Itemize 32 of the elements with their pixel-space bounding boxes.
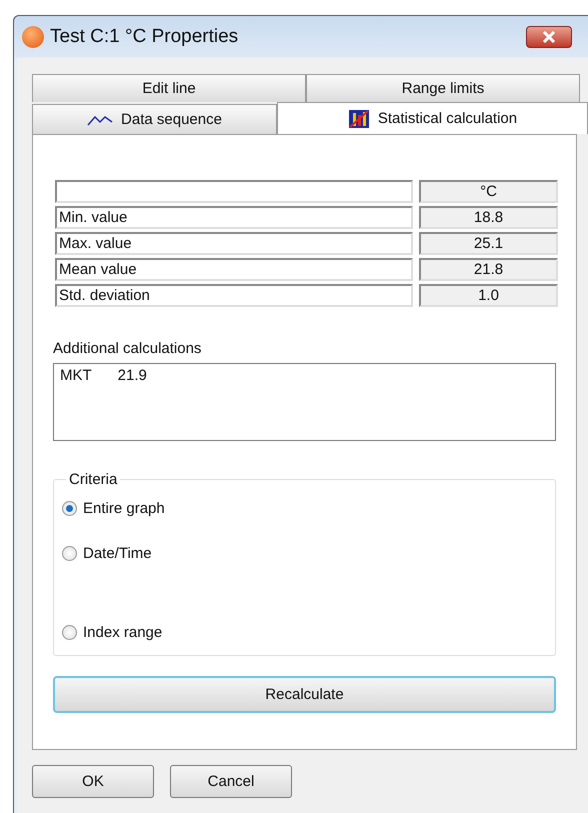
radio-button[interactable] bbox=[62, 546, 77, 561]
result-name: MKT bbox=[60, 367, 92, 384]
table-cell: 21.8 bbox=[419, 258, 558, 281]
tab[interactable]: Statistical calculation bbox=[277, 102, 588, 134]
close-icon bbox=[542, 31, 556, 43]
table-cell: Min. value bbox=[55, 206, 413, 229]
table-cell: Max. value bbox=[55, 232, 413, 255]
table-cell: 1.0 bbox=[419, 284, 558, 307]
cancel-button[interactable]: Cancel bbox=[170, 765, 292, 798]
close-button[interactable] bbox=[526, 26, 572, 48]
tab[interactable]: Data sequence bbox=[32, 104, 277, 134]
recalculate-button[interactable]: Recalculate bbox=[53, 676, 556, 713]
table-cell: Std. deviation bbox=[55, 284, 413, 307]
radio-label[interactable]: Date/Time bbox=[83, 545, 152, 562]
radio-button[interactable] bbox=[62, 501, 77, 516]
line-graph-icon bbox=[87, 114, 114, 126]
radio-button[interactable] bbox=[62, 625, 77, 640]
tab[interactable]: Edit line bbox=[32, 74, 306, 102]
result-value: 21.9 bbox=[118, 367, 147, 384]
statistics-icon bbox=[348, 108, 370, 128]
app-logo-icon bbox=[22, 26, 44, 48]
group-title: Criteria bbox=[68, 471, 118, 488]
tab[interactable]: Range limits bbox=[306, 74, 580, 102]
header-cell: °C bbox=[419, 180, 558, 203]
radio-label[interactable]: Entire graph bbox=[83, 500, 165, 517]
table-cell: 25.1 bbox=[419, 232, 558, 255]
table-cell: 18.8 bbox=[419, 206, 558, 229]
section-label: Additional calculations bbox=[53, 340, 202, 357]
ok-button[interactable]: OK bbox=[32, 765, 154, 798]
table-cell: Mean value bbox=[55, 258, 413, 281]
window-title: Test C:1 °C Properties bbox=[50, 26, 240, 48]
radio-label[interactable]: Index range bbox=[83, 624, 162, 641]
